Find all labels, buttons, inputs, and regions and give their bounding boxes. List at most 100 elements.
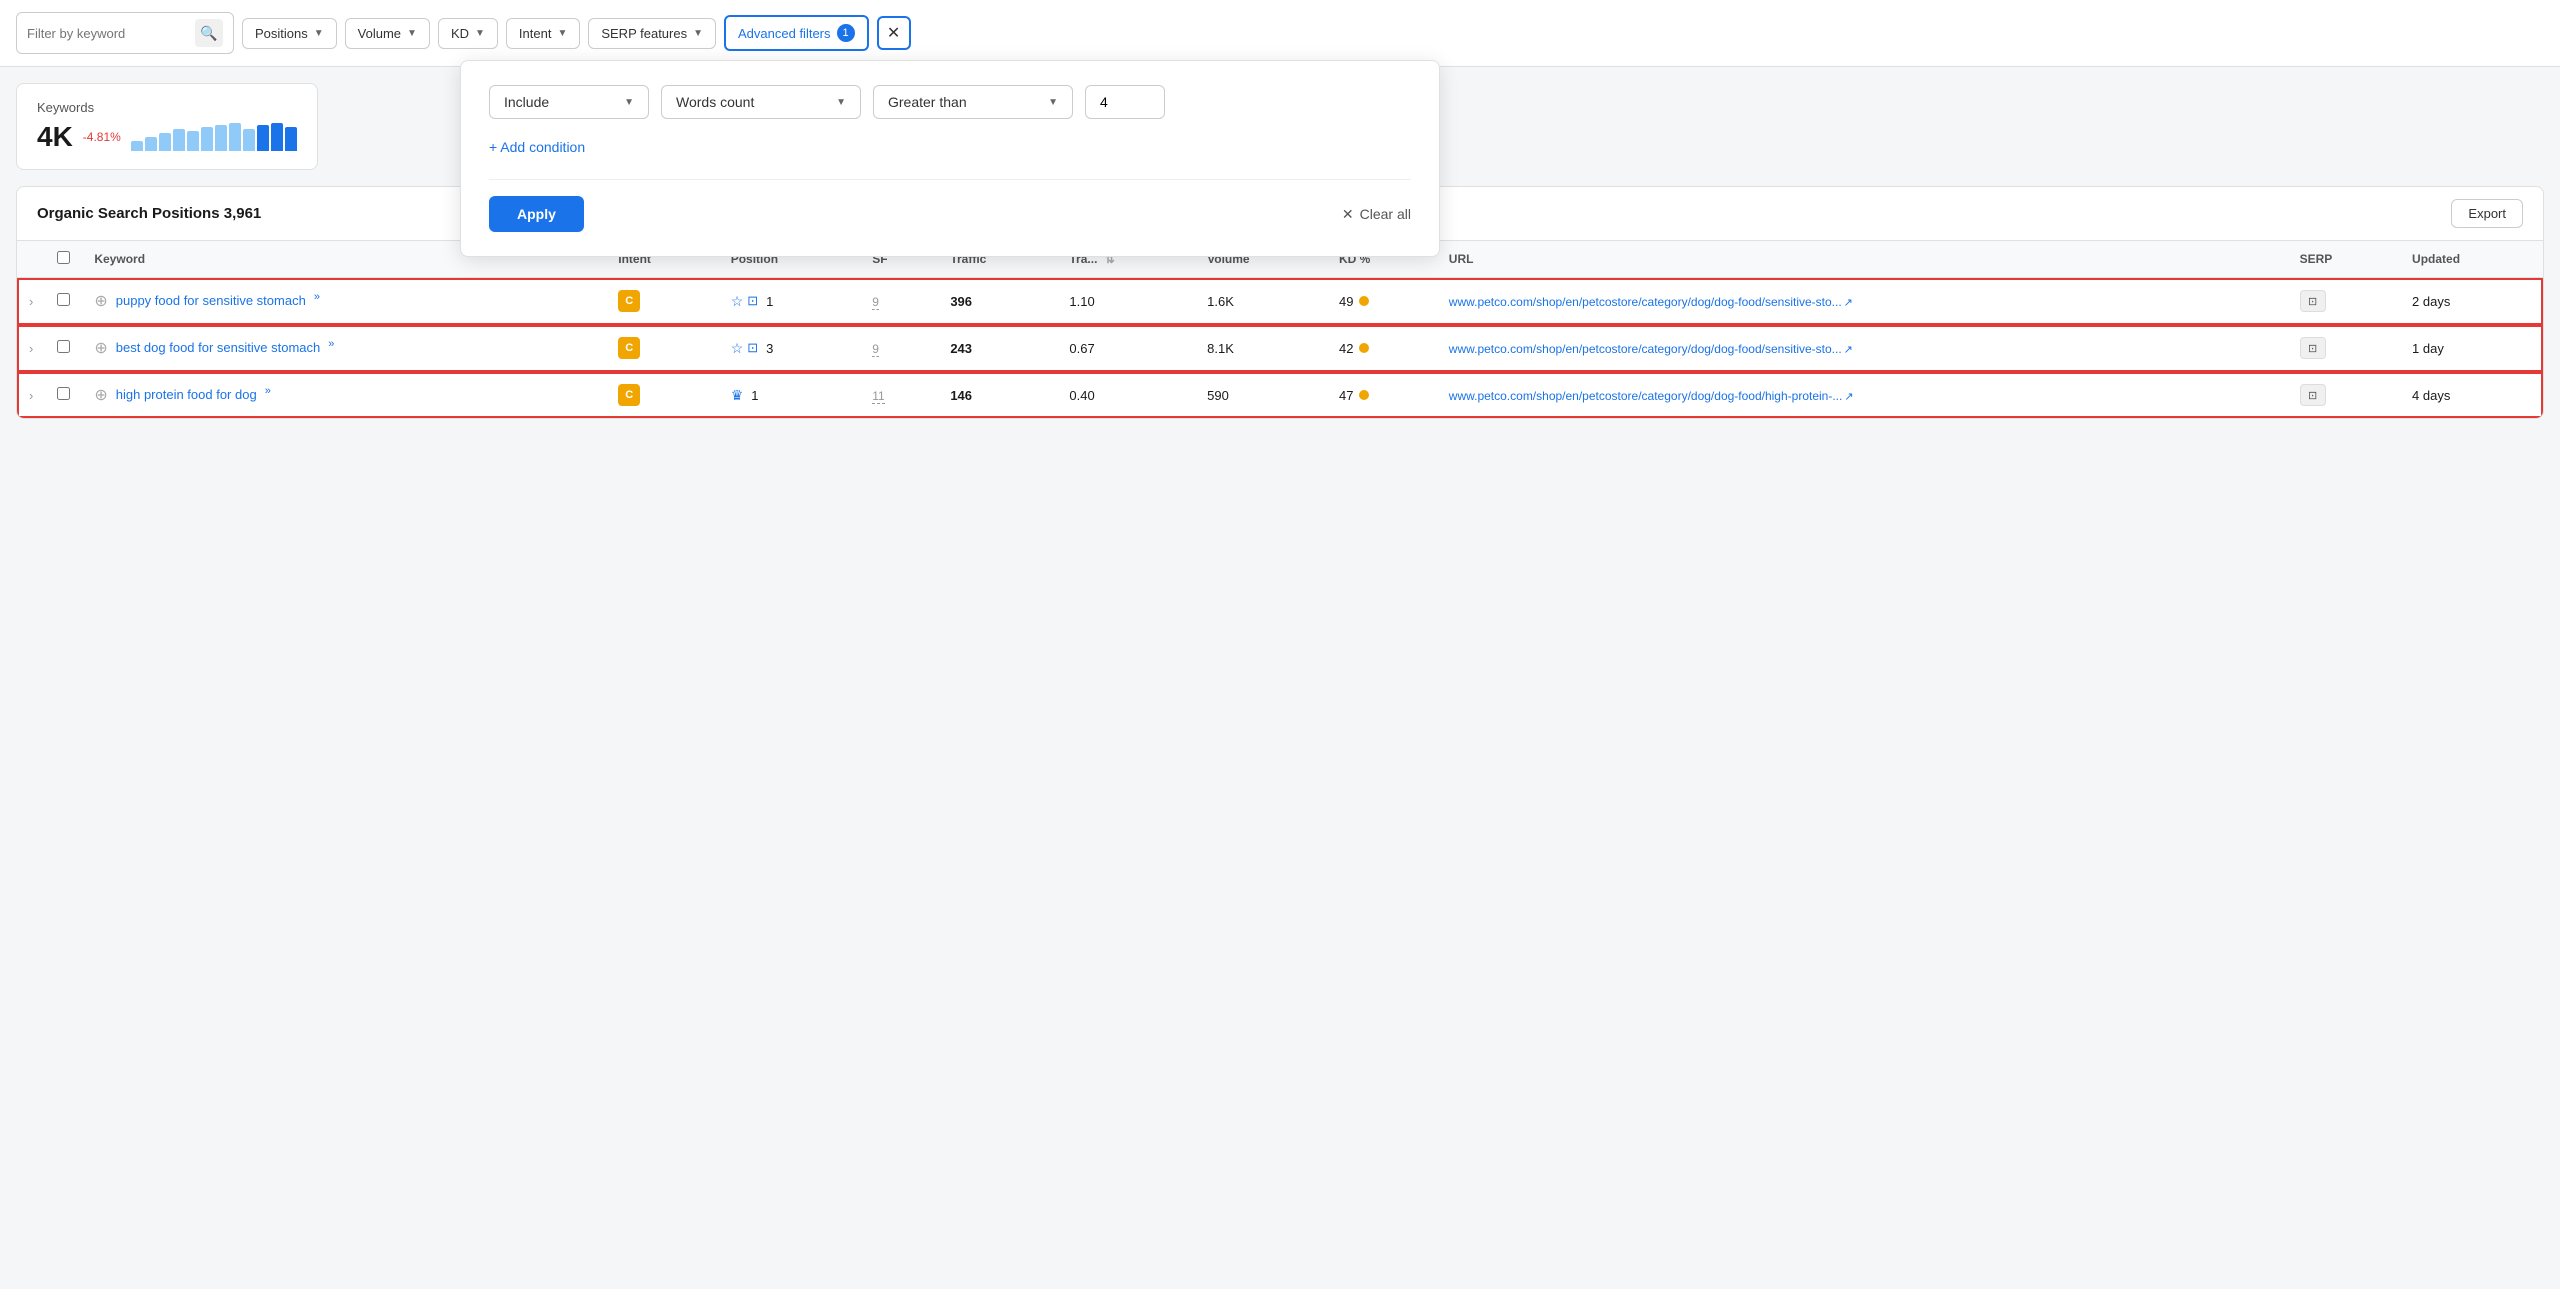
row-checkbox-cell <box>45 372 82 419</box>
table-row: › ⊕ best dog food for sensitive stomach … <box>17 325 2543 372</box>
apply-button[interactable]: Apply <box>489 196 584 232</box>
sf-count-cell: 11 <box>860 372 938 419</box>
kd-value: 42 <box>1339 341 1353 356</box>
chevron-down-icon: ▼ <box>475 28 485 39</box>
url-link[interactable]: www.petco.com/shop/en/petcostore/categor… <box>1449 342 1842 356</box>
include-label: Include <box>504 94 549 110</box>
sf-count-cell: 9 <box>860 325 938 372</box>
image-icon: ⊡ <box>747 340 758 356</box>
chevron-down-icon: ▼ <box>836 97 846 108</box>
keyword-link[interactable]: puppy food for sensitive stomach <box>116 291 306 311</box>
table-row: › ⊕ puppy food for sensitive stomach » C… <box>17 278 2543 325</box>
sf-count-cell: 9 <box>860 278 938 325</box>
filter-condition-row: Include ▼ Words count ▼ Greater than ▼ <box>489 85 1411 119</box>
export-button[interactable]: Export <box>2451 199 2523 228</box>
traffic-cell: 243 <box>938 325 1057 372</box>
intent-badge: C <box>618 384 640 406</box>
sf-count: 9 <box>872 342 879 357</box>
intent-label: Intent <box>519 26 552 41</box>
traffic-change-value: 1.10 <box>1069 294 1094 309</box>
filter-input[interactable] <box>27 26 187 41</box>
kd-dropdown[interactable]: KD ▼ <box>438 18 498 49</box>
updated-value: 4 days <box>2412 388 2450 403</box>
row-checkbox-cell <box>45 325 82 372</box>
volume-value: 8.1K <box>1207 341 1234 356</box>
keyword-content: ⊕ puppy food for sensitive stomach » <box>94 291 594 311</box>
external-link-icon: » <box>328 338 334 350</box>
chevron-down-icon: ▼ <box>1048 97 1058 108</box>
intent-cell: C <box>606 278 718 325</box>
volume-dropdown[interactable]: Volume ▼ <box>345 18 430 49</box>
star-icon: ☆ <box>731 293 744 310</box>
updated-cell: 4 days <box>2400 372 2543 419</box>
url-link[interactable]: www.petco.com/shop/en/petcostore/categor… <box>1449 389 1843 403</box>
greater-than-select[interactable]: Greater than ▼ <box>873 85 1073 119</box>
chevron-down-icon: ▼ <box>407 28 417 39</box>
select-all-checkbox[interactable] <box>57 251 70 264</box>
advanced-filters-label: Advanced filters <box>738 26 831 41</box>
col-serp: SERP <box>2288 241 2400 278</box>
keyword-cell: ⊕ best dog food for sensitive stomach » <box>82 325 606 372</box>
keyword-link[interactable]: best dog food for sensitive stomach <box>116 338 321 358</box>
positions-dropdown[interactable]: Positions ▼ <box>242 18 337 49</box>
url-cell: www.petco.com/shop/en/petcostore/categor… <box>1437 278 2288 325</box>
row-checkbox[interactable] <box>57 387 70 400</box>
updated-cell: 2 days <box>2400 278 2543 325</box>
serp-button[interactable]: ⊡ <box>2300 384 2326 406</box>
intent-badge: C <box>618 337 640 359</box>
serp-button[interactable]: ⊡ <box>2300 337 2326 359</box>
table-row: › ⊕ high protein food for dog » C♛111146… <box>17 372 2543 419</box>
url-link[interactable]: www.petco.com/shop/en/petcostore/categor… <box>1449 295 1842 309</box>
position-cell: ☆⊡3 <box>719 325 861 372</box>
add-keyword-icon[interactable]: ⊕ <box>94 338 107 358</box>
bar-chart <box>131 123 297 151</box>
row-checkbox[interactable] <box>57 340 70 353</box>
kd-value: 47 <box>1339 388 1353 403</box>
volume-value: 590 <box>1207 388 1229 403</box>
star-icon: ☆ <box>731 340 744 357</box>
serp-button[interactable]: ⊡ <box>2300 290 2326 312</box>
col-updated: Updated <box>2400 241 2543 278</box>
kd-cell: 49 <box>1327 278 1437 325</box>
keyword-cell: ⊕ high protein food for dog » <box>82 372 606 419</box>
intent-cell: C <box>606 372 718 419</box>
expand-cell[interactable]: › <box>17 372 45 419</box>
volume-cell: 1.6K <box>1195 278 1327 325</box>
intent-dropdown[interactable]: Intent ▼ <box>506 18 580 49</box>
add-keyword-icon[interactable]: ⊕ <box>94 385 107 405</box>
search-button[interactable]: 🔍 <box>195 19 223 47</box>
sf-icons: ☆⊡3 <box>731 340 849 357</box>
toolbar: 🔍 Positions ▼ Volume ▼ KD ▼ Intent ▼ SER… <box>0 0 2560 67</box>
add-keyword-icon[interactable]: ⊕ <box>94 291 107 311</box>
external-link-icon: » <box>314 291 320 303</box>
clear-all-button[interactable]: ✕ Clear all <box>1342 206 1411 223</box>
words-count-select[interactable]: Words count ▼ <box>661 85 861 119</box>
add-condition-button[interactable]: + Add condition <box>489 139 585 155</box>
chevron-right-icon: › <box>29 341 33 356</box>
advanced-filters-panel: Include ▼ Words count ▼ Greater than ▼ +… <box>460 60 1440 257</box>
close-icon: ✕ <box>1342 206 1354 223</box>
position-value: 1 <box>766 294 773 309</box>
traffic-change-value: 0.67 <box>1069 341 1094 356</box>
row-checkbox[interactable] <box>57 293 70 306</box>
traffic-cell: 146 <box>938 372 1057 419</box>
volume-value: 1.6K <box>1207 294 1234 309</box>
filter-value-input[interactable] <box>1085 85 1165 119</box>
expand-cell[interactable]: › <box>17 325 45 372</box>
traffic-change-cell: 0.40 <box>1057 372 1195 419</box>
kd-dot <box>1359 343 1369 353</box>
traffic-change-cell: 1.10 <box>1057 278 1195 325</box>
close-advanced-filters-button[interactable]: ✕ <box>877 16 911 50</box>
advanced-filters-button[interactable]: Advanced filters 1 <box>724 15 869 51</box>
clear-all-label: Clear all <box>1360 206 1411 222</box>
expand-cell[interactable]: › <box>17 278 45 325</box>
keyword-link[interactable]: high protein food for dog <box>116 385 257 405</box>
url-cell: www.petco.com/shop/en/petcostore/categor… <box>1437 372 2288 419</box>
chevron-down-icon: ▼ <box>624 97 634 108</box>
keyword-cell: ⊕ puppy food for sensitive stomach » <box>82 278 606 325</box>
include-select[interactable]: Include ▼ <box>489 85 649 119</box>
traffic-value: 396 <box>950 294 972 309</box>
row-checkbox-cell <box>45 278 82 325</box>
serp-features-dropdown[interactable]: SERP features ▼ <box>588 18 716 49</box>
kd-label: KD <box>451 26 469 41</box>
